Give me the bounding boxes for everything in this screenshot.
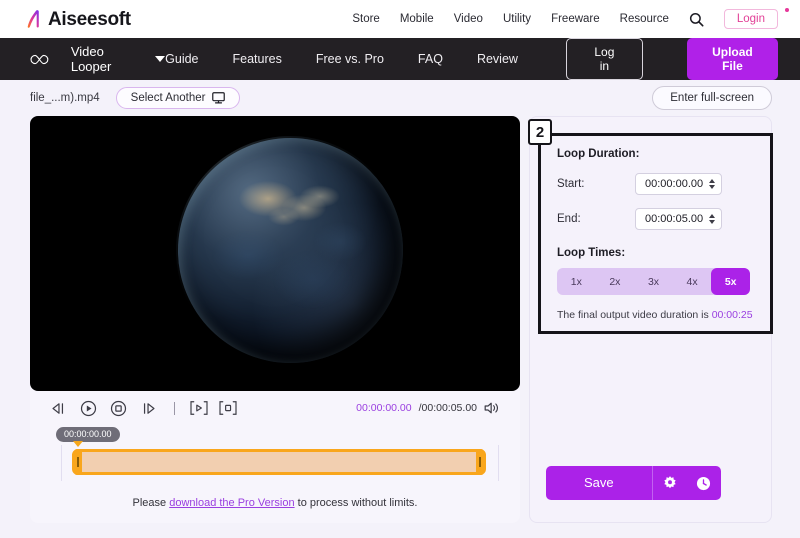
start-field-row: Start: 00:00:00.00 xyxy=(557,173,756,195)
select-another-button[interactable]: Select Another xyxy=(115,87,241,109)
nav-item-guide[interactable]: Guide xyxy=(165,52,198,66)
trim-range-track[interactable] xyxy=(72,449,486,475)
mark-in-icon[interactable] xyxy=(189,400,209,416)
log-in-button[interactable]: Log in xyxy=(565,38,643,80)
product-selector[interactable]: Video Looper xyxy=(70,44,166,74)
top-nav: Store Mobile Video Utility Freeware Reso… xyxy=(352,9,778,29)
end-field-row: End: 00:00:05.00 xyxy=(557,208,756,230)
current-filename: file_...m).mp4 xyxy=(30,92,100,104)
loop-option-2x[interactable]: 2x xyxy=(596,268,635,295)
playhead-tooltip: 00:00:00.00 xyxy=(56,427,120,447)
pro-note-after: to process without limits. xyxy=(294,497,418,509)
loop-times-title: Loop Times: xyxy=(557,247,626,259)
top-nav-item-resource[interactable]: Resource xyxy=(620,13,669,25)
nav-item-features[interactable]: Features xyxy=(233,52,282,66)
chevron-down-icon xyxy=(155,56,166,62)
file-toolbar: file_...m).mp4 Select Another Enter full… xyxy=(0,80,800,116)
clock-icon xyxy=(697,476,711,490)
pro-note-before: Please xyxy=(132,497,170,509)
settings-button[interactable] xyxy=(653,466,687,500)
top-nav-item-store[interactable]: Store xyxy=(352,13,380,25)
top-header-bar: Aiseesoft Store Mobile Video Utility Fre… xyxy=(0,0,800,38)
save-button-group: Save xyxy=(546,466,721,500)
loop-times-selector: 1x 2x 3x 4x 5x xyxy=(557,268,750,295)
loop-duration-title: Loop Duration: xyxy=(557,148,640,160)
stepper-down-icon[interactable] xyxy=(709,220,715,224)
start-label: Start: xyxy=(557,178,585,190)
brand-name: Aiseesoft xyxy=(48,8,131,30)
player-controls: 00:00:00.00 /00:00:05.00 xyxy=(30,391,520,425)
infinity-icon xyxy=(30,54,49,64)
loop-duration-box: 2 Loop Duration: Start: 00:00:00.00 End:… xyxy=(528,119,773,334)
play-circle-icon[interactable] xyxy=(80,400,97,417)
end-time-value: 00:00:05.00 xyxy=(645,213,704,225)
video-frame-earth xyxy=(176,136,405,365)
history-button[interactable] xyxy=(687,466,721,500)
earth-limb xyxy=(178,138,403,363)
top-nav-item-freeware[interactable]: Freeware xyxy=(551,13,600,25)
trim-markers xyxy=(189,400,238,416)
settings-panel: 2 Loop Duration: Start: 00:00:00.00 End:… xyxy=(528,116,773,523)
end-label: End: xyxy=(557,213,581,225)
save-button[interactable]: Save xyxy=(546,466,653,500)
top-nav-item-utility[interactable]: Utility xyxy=(503,13,531,25)
logo-dot xyxy=(784,8,789,12)
stepper-down-icon[interactable] xyxy=(709,185,715,189)
timeline-edge-right xyxy=(498,445,499,481)
main-area: 00:00:00.00 /00:00:05.00 00:00:00.00 Ple… xyxy=(0,116,800,523)
nav-item-free-vs-pro[interactable]: Free vs. Pro xyxy=(316,52,384,66)
loop-option-3x[interactable]: 3x xyxy=(634,268,673,295)
volume-icon[interactable] xyxy=(484,401,500,415)
loop-option-5x[interactable]: 5x xyxy=(711,268,750,295)
end-stepper[interactable] xyxy=(709,214,715,224)
save-actions: Save xyxy=(530,466,771,522)
timeline: 00:00:00.00 xyxy=(30,425,520,497)
timeline-edge-left xyxy=(61,445,62,481)
logo-a-mark xyxy=(27,10,39,28)
loop-option-1x[interactable]: 1x xyxy=(557,268,596,295)
start-time-value: 00:00:00.00 xyxy=(645,178,704,190)
login-button[interactable]: Login xyxy=(723,9,778,29)
stepper-up-icon[interactable] xyxy=(709,179,715,183)
start-time-input[interactable]: 00:00:00.00 xyxy=(635,173,722,195)
controls-divider xyxy=(174,401,175,415)
current-time: 00:00:00.00 xyxy=(356,402,412,414)
product-name-label: Video Looper xyxy=(70,44,112,74)
start-stepper[interactable] xyxy=(709,179,715,189)
select-another-label: Select Another xyxy=(130,92,206,104)
time-display: 00:00:00.00 /00:00:05.00 xyxy=(356,401,500,415)
top-nav-item-video[interactable]: Video xyxy=(454,13,483,25)
stop-circle-icon[interactable] xyxy=(110,400,127,417)
monitor-icon xyxy=(212,92,226,104)
final-duration-value: 00:00:25 xyxy=(711,309,753,321)
loop-option-4x[interactable]: 4x xyxy=(673,268,712,295)
trim-handle-start[interactable] xyxy=(74,449,82,475)
enter-fullscreen-button[interactable]: Enter full-screen xyxy=(652,86,772,110)
gear-icon xyxy=(663,476,676,489)
brand-logo[interactable]: Aiseesoft xyxy=(26,8,789,30)
handle-grip xyxy=(77,457,79,467)
total-time: /00:00:05.00 xyxy=(418,402,477,414)
upload-file-button[interactable]: Upload File xyxy=(686,38,779,80)
video-preview[interactable] xyxy=(30,116,520,391)
download-pro-link[interactable]: download the Pro Version xyxy=(169,497,294,509)
fast-forward-icon[interactable] xyxy=(140,401,157,416)
top-nav-item-mobile[interactable]: Mobile xyxy=(400,13,434,25)
mark-out-icon[interactable] xyxy=(218,400,238,416)
product-nav-bar: Video Looper Guide Features Free vs. Pro… xyxy=(0,38,800,80)
product-nav-links: Guide Features Free vs. Pro FAQ Review L… xyxy=(165,38,779,80)
handle-grip xyxy=(479,457,481,467)
step-badge-2: 2 xyxy=(528,119,552,145)
final-duration-note: The final output video duration is 00:00… xyxy=(557,309,756,321)
final-duration-text: The final output video duration is xyxy=(557,309,712,321)
nav-item-review[interactable]: Review xyxy=(477,52,518,66)
pro-version-note: Please download the Pro Version to proce… xyxy=(30,497,520,523)
player-card: 00:00:00.00 /00:00:05.00 00:00:00.00 Ple… xyxy=(30,116,520,523)
search-icon[interactable] xyxy=(689,12,704,27)
end-time-input[interactable]: 00:00:05.00 xyxy=(635,208,722,230)
trim-handle-end[interactable] xyxy=(476,449,484,475)
nav-item-faq[interactable]: FAQ xyxy=(418,52,443,66)
rewind-icon[interactable] xyxy=(50,401,67,416)
stepper-up-icon[interactable] xyxy=(709,214,715,218)
